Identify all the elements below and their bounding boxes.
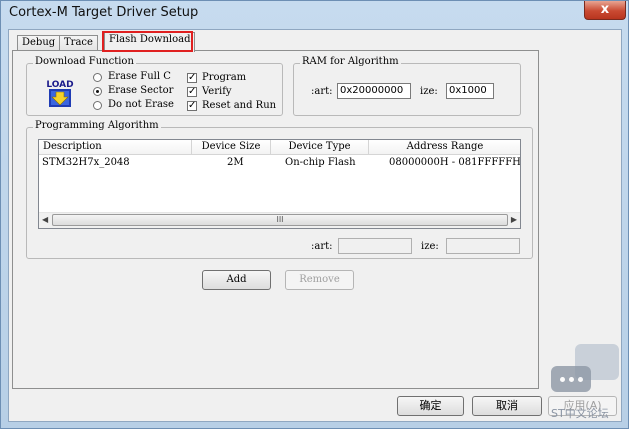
tab-trace[interactable]: Trace: [59, 35, 98, 51]
download-function-title: Download Function: [33, 56, 136, 67]
checkbox-program[interactable]: ✓: [187, 73, 197, 83]
list-horizontal-scrollbar[interactable]: ◀ III ▶: [39, 212, 520, 228]
algorithm-list[interactable]: Description Device Size Device Type Addr…: [38, 139, 521, 229]
column-address-range[interactable]: Address Range: [369, 140, 520, 155]
column-device-size[interactable]: Device Size: [192, 140, 271, 155]
remove-button[interactable]: Remove: [285, 270, 354, 290]
checkbox-verify-label: Verify: [202, 86, 232, 97]
cancel-button[interactable]: 取消: [472, 396, 542, 416]
algo-size-label: ize:: [421, 241, 439, 252]
radio-erase-full-chip[interactable]: [93, 73, 102, 82]
load-icon: LOAD: [44, 76, 76, 108]
checkbox-reset-and-run-label: Reset and Run: [202, 100, 277, 111]
algo-start-input[interactable]: [338, 238, 412, 254]
ram-start-input[interactable]: 0x20000000: [337, 83, 411, 99]
ram-title: RAM for Algorithm: [300, 56, 401, 67]
row-device-type: On-chip Flash: [285, 157, 356, 168]
algo-start-label: :art:: [311, 241, 333, 252]
row-address-range: 08000000H - 081FFFFFH: [389, 157, 521, 168]
checkbox-reset-and-run[interactable]: ✓: [187, 101, 197, 111]
checkbox-verify[interactable]: ✓: [187, 87, 197, 97]
ram-size-input[interactable]: 0x1000: [446, 83, 494, 99]
radio-do-not-erase-label: Do not Erase: [108, 99, 174, 110]
ram-start-label: :art:: [311, 86, 333, 97]
scroll-left-icon[interactable]: ◀: [42, 215, 48, 224]
radio-do-not-erase[interactable]: [93, 101, 102, 110]
radio-erase-full-chip-label: Erase Full C: [108, 71, 171, 82]
scroll-thumb[interactable]: III: [52, 214, 508, 226]
column-description[interactable]: Description: [39, 140, 192, 155]
algo-size-input[interactable]: [446, 238, 520, 254]
tab-highlight-box: [102, 31, 193, 52]
programming-algorithm-title: Programming Algorithm: [33, 120, 161, 131]
checkbox-program-label: Program: [202, 72, 247, 83]
column-device-type[interactable]: Device Type: [271, 140, 369, 155]
window-title: Cortex-M Target Driver Setup: [9, 5, 199, 20]
scroll-right-icon[interactable]: ▶: [511, 215, 517, 224]
load-icon-label: LOAD: [46, 80, 73, 90]
tab-debug[interactable]: Debug: [17, 35, 61, 51]
ram-size-label: ize:: [420, 86, 438, 97]
chat-bubble-icon: [551, 366, 591, 392]
row-description: STM32H7x_2048: [42, 157, 130, 168]
watermark-text: ST中文论坛: [551, 407, 609, 420]
radio-erase-sector-label: Erase Sector: [108, 85, 174, 96]
row-device-size: 2M: [227, 157, 244, 168]
add-button[interactable]: Add: [202, 270, 271, 290]
ok-button[interactable]: 确定: [397, 396, 464, 416]
radio-erase-sector[interactable]: [93, 87, 102, 96]
close-button[interactable]: x: [584, 1, 626, 20]
